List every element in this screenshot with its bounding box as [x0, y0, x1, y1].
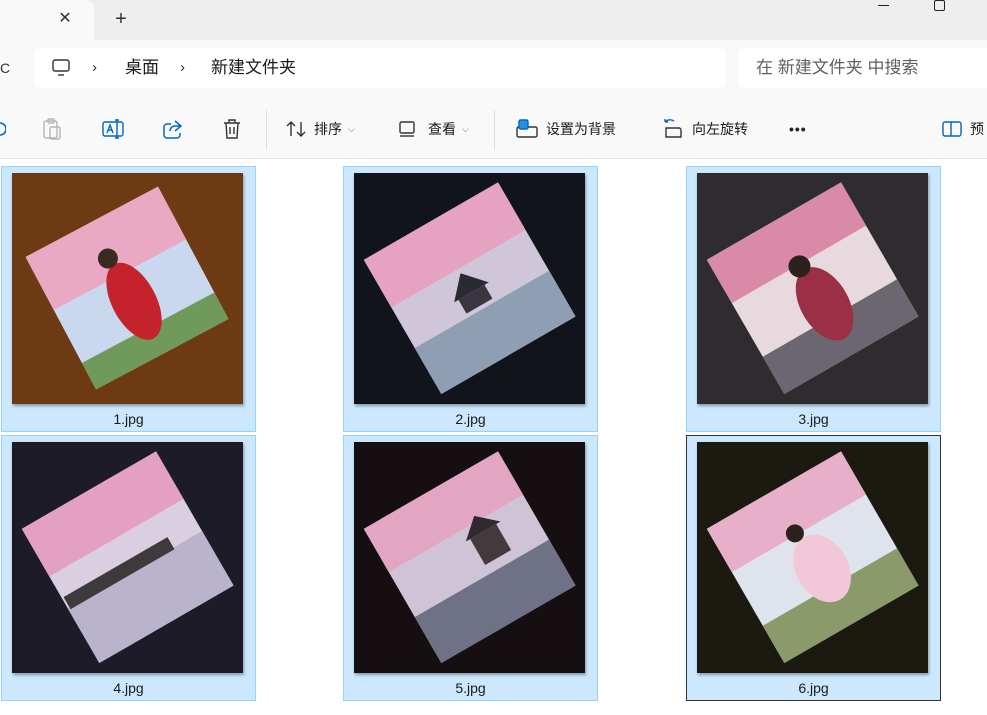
sort-button[interactable]: 排序 ⌵: [286, 116, 355, 142]
set-background-label: 设置为背景: [546, 121, 616, 137]
sort-label: 排序: [314, 121, 342, 137]
more-icon: •••: [789, 121, 807, 137]
file-name: 3.jpg: [798, 411, 829, 427]
tab-strip: ✕ +: [0, 0, 987, 40]
preview-label: 预: [970, 121, 984, 137]
set-as-background-button[interactable]: 设置为背景: [516, 116, 616, 142]
copy-icon: [0, 122, 6, 136]
image-thumbnail: [697, 442, 928, 673]
minimize-icon[interactable]: [876, 0, 892, 10]
chevron-right-icon[interactable]: ›: [92, 58, 104, 78]
set-background-icon: [516, 119, 538, 138]
this-pc-icon[interactable]: [52, 58, 70, 78]
rotate-left-icon: [664, 119, 682, 138]
rotate-left-label: 向左旋转: [692, 121, 748, 137]
more-options-button[interactable]: •••: [789, 116, 807, 142]
file-tile[interactable]: 5.jpg: [343, 435, 598, 701]
delete-button[interactable]: [222, 116, 242, 142]
image-thumbnail: [12, 442, 243, 673]
refresh-icon[interactable]: C: [0, 60, 10, 76]
close-icon[interactable]: ✕: [54, 8, 76, 30]
chevron-down-icon: ⌵: [462, 123, 469, 134]
breadcrumb-current-folder[interactable]: 新建文件夹: [211, 58, 296, 78]
toolbar-separator: [494, 110, 495, 150]
chevron-right-icon[interactable]: ›: [180, 58, 192, 78]
file-tile[interactable]: 3.jpg: [686, 166, 941, 432]
rename-button[interactable]: [102, 116, 124, 142]
file-tile[interactable]: 6.jpg: [686, 435, 941, 701]
file-name: 6.jpg: [798, 680, 829, 696]
file-name: 4.jpg: [113, 680, 144, 696]
image-thumbnail: [354, 442, 585, 673]
share-button[interactable]: [162, 116, 184, 142]
toolbar-separator: [266, 110, 267, 150]
file-name: 1.jpg: [113, 411, 144, 427]
image-thumbnail: [697, 173, 928, 404]
image-thumbnail: [12, 173, 243, 404]
maximize-icon[interactable]: [934, 0, 946, 12]
rename-icon: [102, 119, 124, 139]
paste-button[interactable]: [42, 116, 62, 142]
preview-pane-button[interactable]: 预: [942, 116, 984, 142]
rotate-left-button[interactable]: 向左旋转: [662, 116, 748, 142]
breadcrumb-desktop[interactable]: 桌面: [125, 58, 159, 78]
active-tab[interactable]: ✕: [0, 0, 94, 40]
file-tile[interactable]: 1.jpg: [1, 166, 256, 432]
sort-icon: [286, 121, 306, 137]
chevron-down-icon: ⌵: [348, 123, 355, 134]
file-tile[interactable]: 4.jpg: [1, 435, 256, 701]
paste-icon: [43, 118, 61, 140]
view-icon: [399, 121, 415, 137]
search-input[interactable]: 在 新建文件夹 中搜索: [756, 58, 918, 78]
share-icon: [163, 120, 183, 139]
image-thumbnail: [354, 173, 585, 404]
file-name: 5.jpg: [455, 680, 486, 696]
preview-pane-icon: [942, 121, 962, 137]
copy-button[interactable]: [0, 116, 6, 142]
file-tile[interactable]: 2.jpg: [343, 166, 598, 432]
view-label: 查看: [428, 121, 456, 137]
file-name: 2.jpg: [455, 411, 486, 427]
new-tab-icon[interactable]: +: [110, 8, 132, 30]
delete-icon: [224, 119, 240, 139]
view-button[interactable]: 查看 ⌵: [398, 116, 469, 142]
